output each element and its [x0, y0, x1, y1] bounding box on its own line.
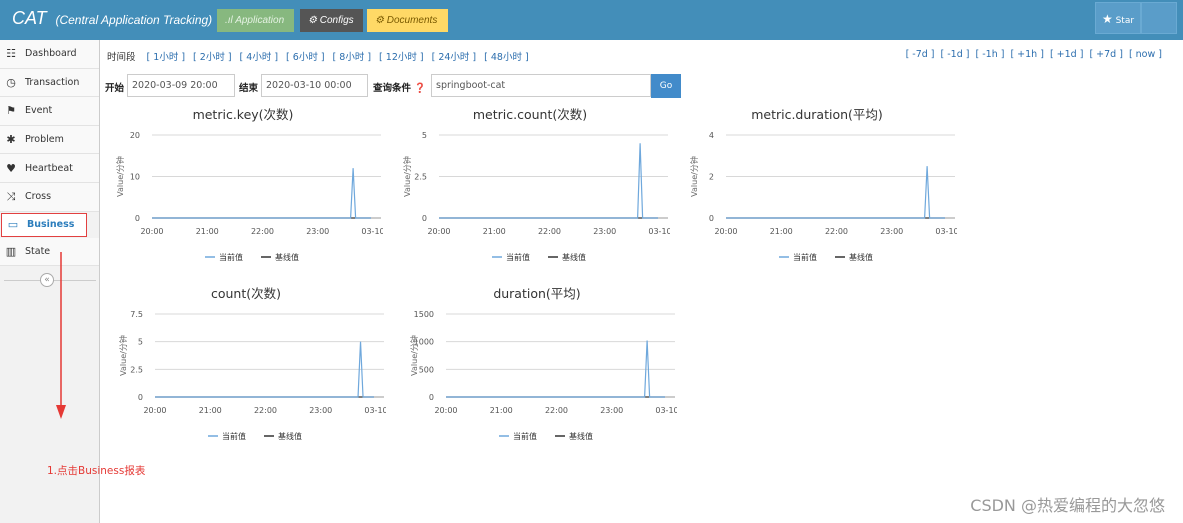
annotation-arrow — [56, 252, 66, 419]
